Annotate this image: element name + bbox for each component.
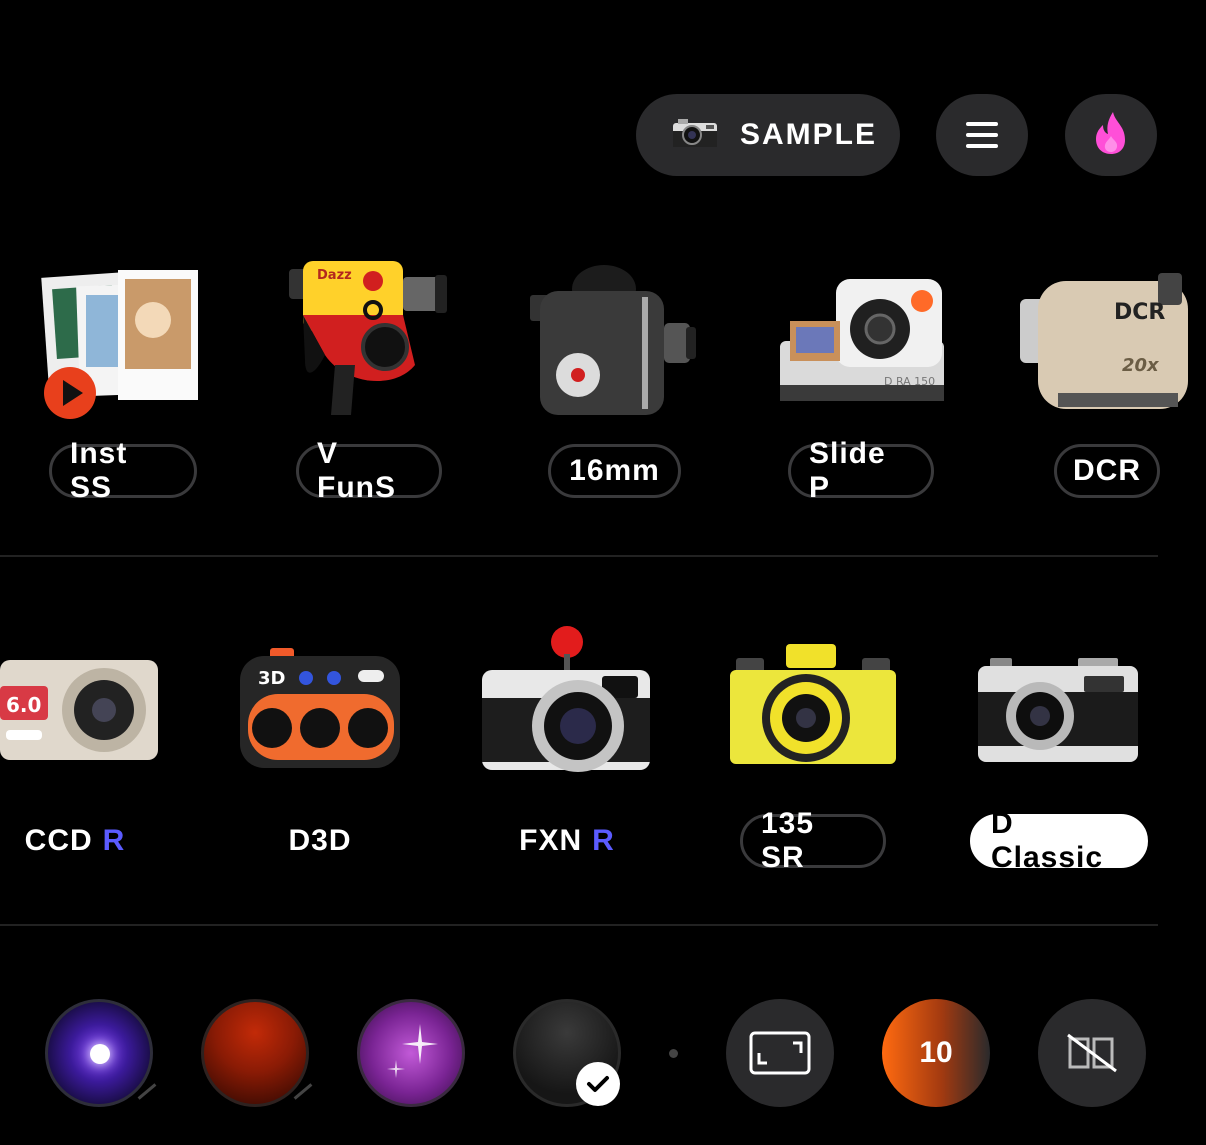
- fxn-camera-icon: [482, 626, 650, 772]
- camera-tile-135-sr[interactable]: [730, 640, 898, 773]
- camera-tile-inst-ss[interactable]: [33, 255, 213, 430]
- 16mm-film-camera-icon: [530, 265, 696, 415]
- spec-text: 6.0: [6, 693, 41, 717]
- brand-text: DCR: [1114, 300, 1165, 325]
- d-classic-camera-icon: [978, 658, 1138, 762]
- aspect-ratio-icon: [749, 1031, 811, 1075]
- camera-tile-16mm[interactable]: [524, 255, 704, 430]
- date-stamp-off-icon: [1067, 1033, 1117, 1073]
- video-fun-camera-icon: Dazz: [289, 261, 447, 415]
- camera-label[interactable]: 16mm: [548, 444, 681, 498]
- camera-icon: [670, 117, 720, 154]
- row-divider: [0, 924, 1158, 926]
- check-icon: [576, 1062, 620, 1106]
- r-badge: R: [102, 824, 126, 857]
- zoom-text: 20x: [1122, 355, 1160, 376]
- dcr-camcorder-icon: DCR 20x: [1020, 273, 1188, 409]
- r-badge: R: [592, 824, 615, 857]
- slide-projector-camera-icon: D RA 150: [780, 279, 944, 401]
- camera-label: CCD: [24, 824, 93, 857]
- camera-label[interactable]: D3D: [270, 814, 370, 868]
- camera-tile-d-classic[interactable]: [978, 654, 1140, 769]
- instant-slideshow-camera-icon: [41, 270, 198, 419]
- row-divider: [0, 555, 1158, 557]
- sparkle-filter-button[interactable]: [357, 999, 465, 1107]
- camera-tile-v-funs[interactable]: Dazz: [285, 255, 465, 430]
- flare-dot: [90, 1044, 110, 1064]
- camera-label[interactable]: Slide P: [788, 437, 934, 504]
- premium-button[interactable]: [1065, 94, 1157, 176]
- camera-label[interactable]: DCR: [1054, 444, 1160, 498]
- model-text: 3D: [258, 668, 285, 689]
- camera-tile-slide-p[interactable]: D RA 150: [772, 255, 952, 430]
- camera-label[interactable]: 135 SR: [740, 807, 886, 874]
- camera-label-fxn[interactable]: FXN R: [512, 814, 622, 868]
- camera-label[interactable]: Inst SS: [49, 437, 197, 504]
- sample-button[interactable]: SAMPLE: [636, 94, 900, 176]
- brand-text: Dazz: [317, 268, 352, 283]
- sample-label: SAMPLE: [740, 118, 878, 151]
- flame-icon: [1091, 110, 1131, 161]
- camera-tile-dcr[interactable]: DCR 20x: [1018, 255, 1198, 430]
- lens-flare-filter-button[interactable]: [45, 999, 153, 1107]
- aspect-ratio-button[interactable]: [726, 999, 834, 1107]
- camera-label-selected[interactable]: D Classic: [970, 807, 1148, 874]
- hamburger-menu-icon: [966, 115, 998, 155]
- timer-value: 10: [919, 1036, 953, 1069]
- camera-tile-fxn[interactable]: [482, 626, 652, 781]
- ccd-camera-icon: 6.0: [0, 660, 158, 760]
- d3d-camera-icon: 3D: [240, 648, 400, 768]
- red-filter-button[interactable]: [201, 999, 309, 1107]
- timer-button[interactable]: 10: [882, 999, 990, 1107]
- camera-label-ccd[interactable]: CCD R: [20, 814, 130, 868]
- model-text: D RA 150: [884, 375, 935, 388]
- date-stamp-button[interactable]: [1038, 999, 1146, 1107]
- camera-label[interactable]: V FunS: [296, 437, 442, 504]
- sparkle-icon: [387, 1024, 438, 1078]
- camera-tile-ccd[interactable]: 6.0: [0, 630, 160, 775]
- menu-button[interactable]: [936, 94, 1028, 176]
- 135sr-camera-icon: [730, 644, 896, 764]
- camera-tile-d3d[interactable]: 3D: [240, 630, 402, 775]
- separator-dot: [669, 1049, 678, 1058]
- camera-label: FXN: [519, 824, 583, 857]
